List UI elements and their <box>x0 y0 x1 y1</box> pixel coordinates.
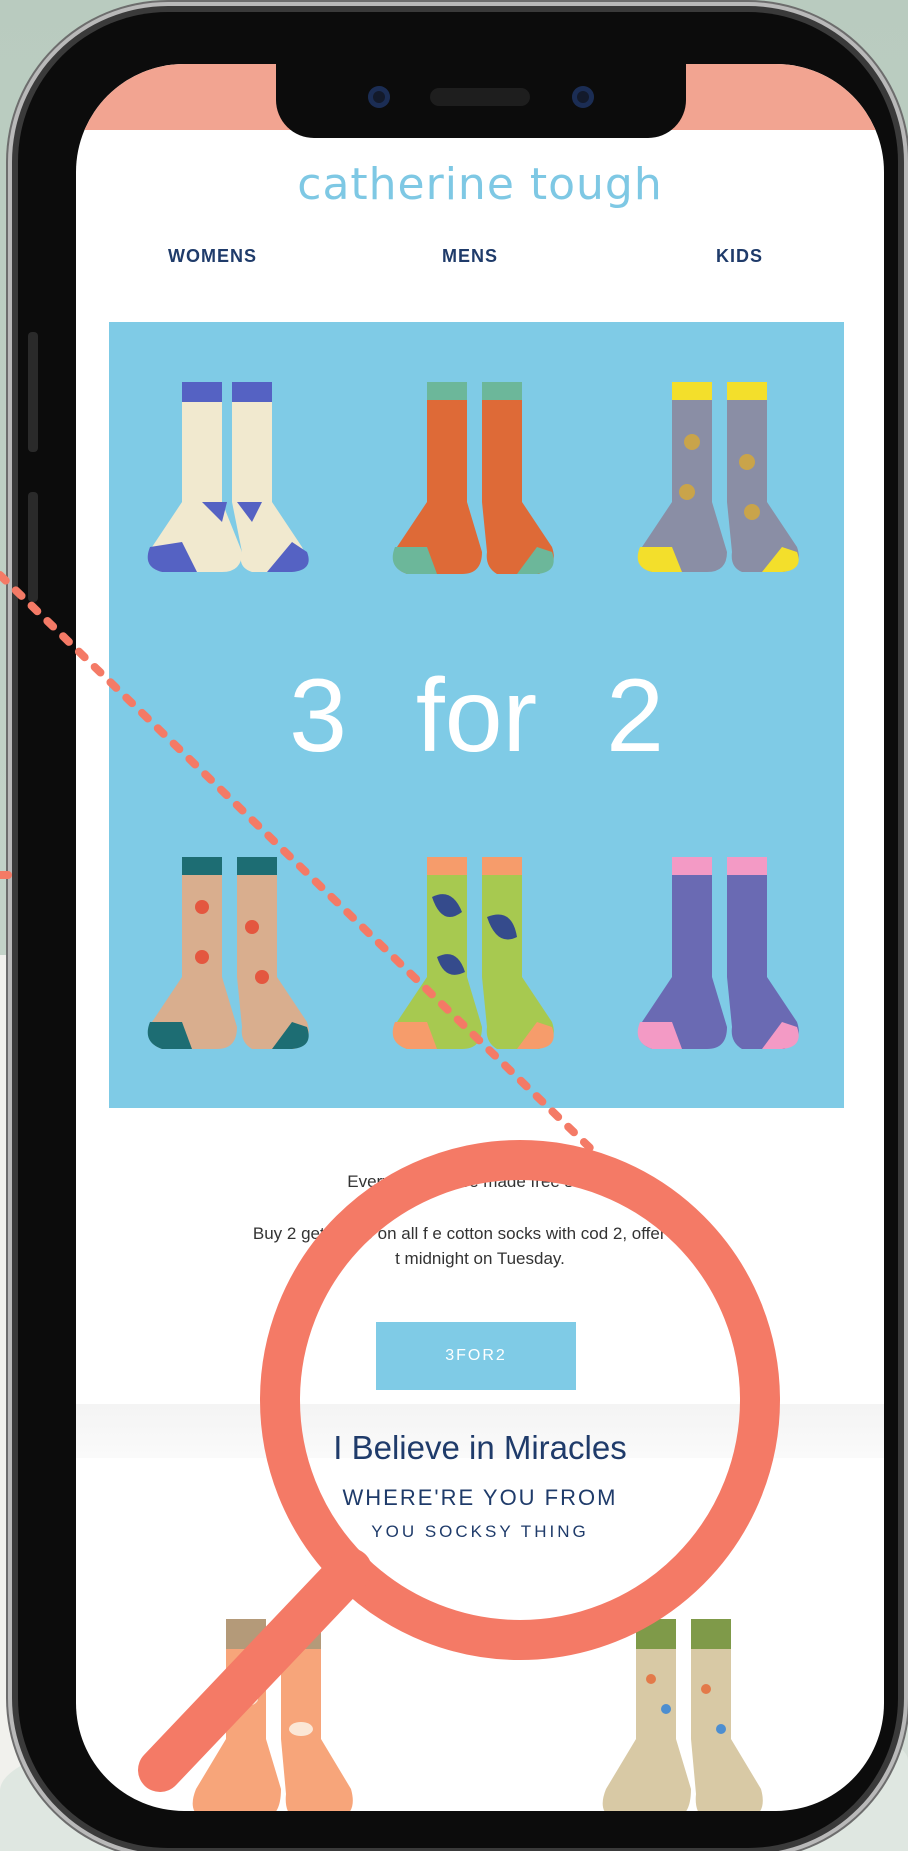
nav-womens[interactable]: WOMENS <box>168 246 257 267</box>
phone-side-button <box>28 492 38 602</box>
offer-code-button[interactable]: 3FOR2 <box>376 1322 576 1390</box>
section-tagline: YOU SOCKSY THING <box>371 1522 589 1541</box>
camera-icon <box>368 86 390 108</box>
hero-banner[interactable]: 3 for 2 <box>109 322 844 1108</box>
sock-pair-camo <box>392 857 554 1049</box>
sock-pair-orange <box>392 382 554 574</box>
nav-kids[interactable]: KIDS <box>716 246 763 267</box>
section-subtitle: WHERE'RE YOU FROM <box>342 1485 618 1510</box>
offer-headline: 3 for 2 <box>289 658 664 774</box>
sock-pair-crab <box>147 857 309 1049</box>
phone-frame: catherine tough WOMENS MENS KIDS 3 for 2… <box>18 12 898 1848</box>
speaker-grille <box>430 88 530 106</box>
nav-mens[interactable]: MENS <box>442 246 498 267</box>
sock-pair-yellow <box>637 382 799 572</box>
body-line-1: Every day can be made free socks. <box>347 1172 613 1191</box>
brand-logo[interactable]: catherine tough <box>76 159 884 210</box>
phone-side-button <box>28 332 38 452</box>
product-sock-rabbit[interactable] <box>186 1619 366 1811</box>
email-screen[interactable]: catherine tough WOMENS MENS KIDS 3 for 2… <box>76 64 884 1811</box>
phone-notch <box>276 64 686 138</box>
body-line-2: Buy 2 get 1 free on all f e cotton socks… <box>252 1224 708 1243</box>
sock-pair-purple <box>637 857 799 1049</box>
body-line-3: t midnight on Tuesday. <box>395 1249 565 1268</box>
sock-pair-polka <box>147 382 309 572</box>
product-sock-dots[interactable] <box>596 1619 776 1811</box>
sensor-icon <box>572 86 594 108</box>
section-title: I Believe in Miracles <box>333 1429 627 1466</box>
